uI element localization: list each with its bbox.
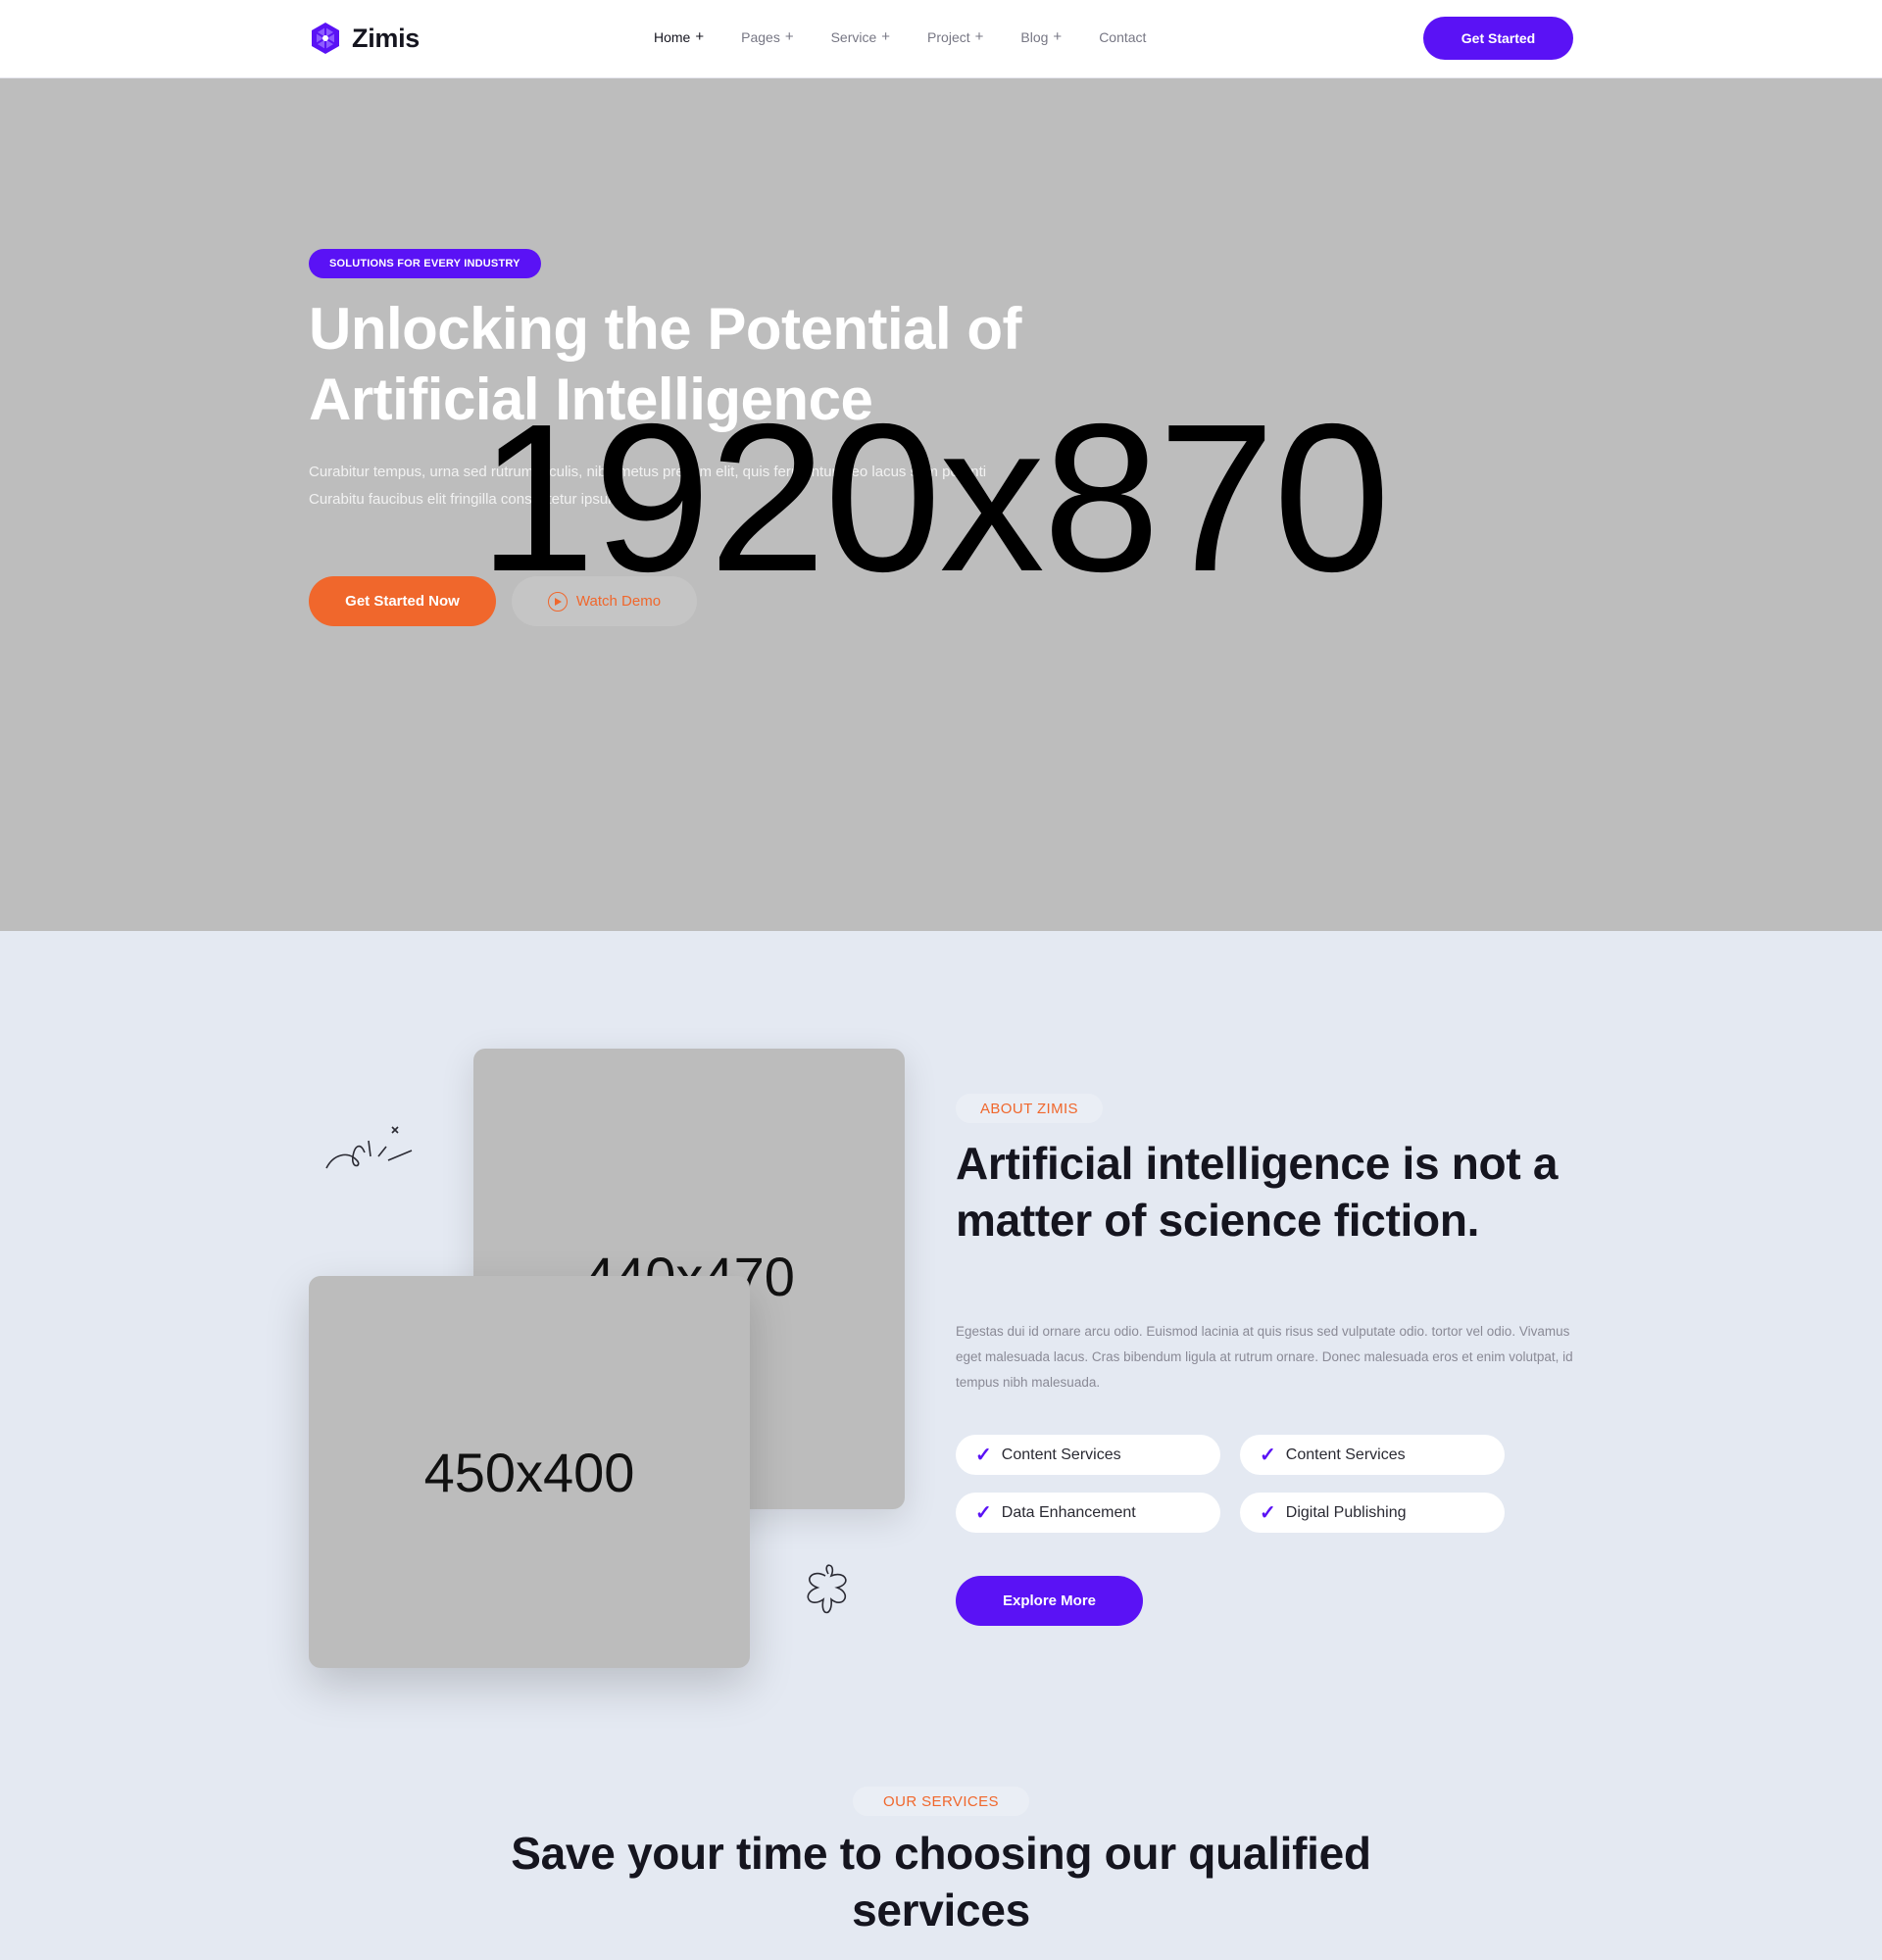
nav-item-label: Pages: [741, 29, 780, 45]
check-icon: ✓: [1260, 1444, 1276, 1466]
check-icon: ✓: [1260, 1501, 1276, 1524]
plus-icon: +: [881, 28, 891, 45]
logo-text: Zimis: [352, 23, 421, 53]
about-image-front: 450x400: [309, 1276, 750, 1668]
plus-icon: +: [974, 28, 984, 45]
nav-item-project[interactable]: Project +: [927, 28, 984, 46]
get-started-now-button[interactable]: Get Started Now: [309, 576, 496, 626]
site-header: Zimis Home + Pages + Service + Project +…: [0, 0, 1882, 78]
sparkle-doodle-icon: [325, 1126, 413, 1169]
nav-item-blog[interactable]: Blog +: [1020, 28, 1063, 46]
feature-item: ✓ Content Services: [956, 1435, 1220, 1475]
feature-item: ✓ Data Enhancement: [956, 1493, 1220, 1533]
nav-item-contact[interactable]: Contact: [1099, 29, 1146, 45]
nav-item-pages[interactable]: Pages +: [741, 28, 794, 46]
feature-item: ✓ Content Services: [1240, 1435, 1505, 1475]
services-label: OUR SERVICES: [853, 1787, 1029, 1816]
feature-label: Content Services: [1001, 1446, 1121, 1463]
services-title: Save your time to choosing our qualified…: [511, 1828, 1371, 1936]
plus-icon: +: [695, 28, 705, 45]
plus-icon: +: [784, 28, 794, 45]
feature-list: ✓ Content Services ✓ Content Services ✓ …: [956, 1435, 1505, 1533]
logo[interactable]: Zimis: [309, 22, 420, 55]
nav-item-label: Service: [830, 29, 877, 45]
hero-section: SOLUTIONS FOR EVERY INDUSTRY Unlocking t…: [0, 78, 1882, 931]
clover-doodle-icon: [807, 1564, 847, 1614]
feature-label: Data Enhancement: [1001, 1503, 1136, 1521]
about-description: Egestas dui id ornare arcu odio. Euismod…: [956, 1324, 1573, 1390]
nav-item-home[interactable]: Home +: [654, 28, 705, 46]
check-icon: ✓: [975, 1444, 992, 1466]
about-title: Artificial intelligence is not a matter …: [956, 1138, 1559, 1246]
logo-icon: [312, 23, 339, 54]
explore-more-button[interactable]: Explore More: [956, 1576, 1143, 1626]
nav-item-label: Project: [927, 29, 970, 45]
nav-item-label: Blog: [1020, 29, 1049, 45]
hero-image-placeholder-label: 1920x870: [478, 379, 1391, 615]
feature-item: ✓ Digital Publishing: [1240, 1493, 1505, 1533]
nav-item-label: Home: [654, 29, 691, 45]
plus-icon: +: [1053, 28, 1063, 45]
feature-label: Content Services: [1285, 1446, 1406, 1463]
get-started-button[interactable]: Get Started: [1423, 17, 1573, 60]
main-nav: Home + Pages + Service + Project + Blog …: [654, 28, 1146, 46]
about-label: ABOUT ZIMIS: [956, 1094, 1103, 1123]
feature-label: Digital Publishing: [1285, 1503, 1407, 1521]
check-icon: ✓: [975, 1501, 992, 1524]
hero-badge: SOLUTIONS FOR EVERY INDUSTRY: [309, 249, 541, 278]
about-image-front-label: 450x400: [423, 1441, 635, 1503]
nav-item-service[interactable]: Service +: [830, 28, 891, 46]
nav-item-label: Contact: [1099, 29, 1147, 45]
